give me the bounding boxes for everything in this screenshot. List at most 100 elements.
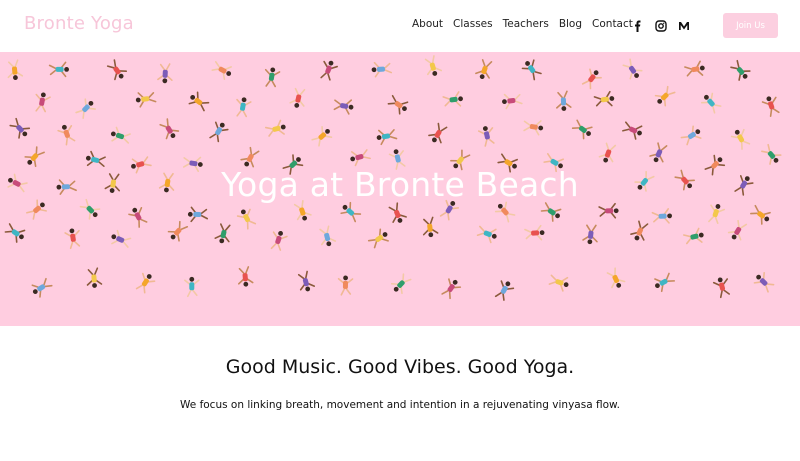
yoga-figure [264,119,286,137]
yoga-figure [727,219,748,241]
yoga-figure [428,122,448,144]
social-links [632,17,690,32]
yoga-figure [654,272,676,293]
yoga-figure [110,126,131,144]
yoga-figure [289,87,306,108]
yoga-figure [9,117,31,139]
yoga-figure [680,125,702,146]
nav-blog[interactable]: Blog [559,18,582,30]
yoga-figure [649,142,668,163]
yoga-figure [712,277,730,299]
section-headline: Good Music. Good Vibes. Good Yoga. [225,356,575,378]
yoga-figure [320,60,338,81]
yoga-figure [86,267,103,288]
yoga-figure [441,278,462,300]
section-description: We focus on linking breath, movement and… [180,399,620,411]
yoga-figure [523,120,544,136]
yoga-figure [422,216,439,238]
yoga-figure [606,267,626,289]
yoga-figure [683,227,704,245]
yoga-figure [237,266,254,287]
yoga-figure [598,142,617,163]
yoga-figure [270,230,288,251]
yoga-figure [730,59,751,81]
yoga-figure [188,91,210,112]
yoga-figure [524,224,545,241]
yoga-figure [64,228,81,250]
yoga-figure [475,59,493,80]
yoga-figure [376,129,398,146]
yoga-figure [184,276,200,298]
yoga-figure [424,55,443,76]
yoga-figure [311,126,333,147]
yoga-figure [390,273,412,295]
yoga-figure [367,228,389,249]
yoga-figure [494,280,515,301]
yoga-figure [209,121,229,143]
yoga-figure [128,206,148,228]
hero-banner: Yoga at Bronte Beach [0,52,800,326]
yoga-figure [4,223,26,243]
yoga-figure [337,275,354,296]
site-header: Bronte Yoga About Classes Teachers Blog … [0,0,800,52]
instagram-icon[interactable] [655,17,667,32]
yoga-figure [708,204,726,225]
nav-classes[interactable]: Classes [453,18,493,30]
yoga-figure [371,61,393,78]
yoga-figure [297,270,315,292]
yoga-figure [236,208,257,230]
medium-icon[interactable] [678,17,690,30]
yoga-figure [593,90,615,107]
yoga-figure [187,206,209,223]
yoga-figure [622,58,643,80]
nav-teachers[interactable]: Teachers [503,18,549,30]
yoga-figure [333,99,354,115]
main-nav: About Classes Teachers Blog Contact [412,18,633,30]
yoga-figure [477,126,495,147]
nav-contact[interactable]: Contact [592,18,633,30]
yoga-figure [581,68,602,90]
yoga-figure [684,60,705,77]
yoga-figure [350,149,371,167]
yoga-figure [700,92,722,114]
yoga-figure [57,124,76,146]
yoga-figure [211,60,232,80]
yoga-figure [582,224,598,245]
nav-about[interactable]: About [412,18,443,30]
yoga-figure [264,67,281,88]
yoga-figure [31,277,53,298]
yoga-figure [521,59,542,81]
yoga-figure [630,220,649,241]
yoga-figure [236,97,252,118]
yoga-figure [111,229,132,248]
yoga-figure [622,121,643,140]
yoga-figure [75,98,96,120]
yoga-figure [761,96,780,117]
facebook-icon[interactable] [632,17,644,32]
yoga-figure [35,92,51,113]
yoga-figure [753,271,775,293]
join-us-button[interactable]: Join Us [723,13,778,38]
yoga-figure [387,94,409,115]
yoga-figure [571,119,593,140]
yoga-figure [135,92,157,108]
yoga-figure [556,90,572,111]
yoga-figure [598,202,619,219]
yoga-figure [135,272,156,294]
yoga-figure [214,223,231,244]
yoga-figure [159,118,180,140]
yoga-figure [730,128,751,150]
yoga-figure [106,59,128,81]
yoga-figure [48,61,69,78]
yoga-figure [167,220,189,242]
yoga-figure [157,63,173,84]
yoga-figure [651,208,672,224]
yoga-figure [654,85,676,107]
yoga-figure [761,143,782,165]
site-logo[interactable]: Bronte Yoga [24,13,134,34]
yoga-figure [548,274,569,292]
yoga-figure [7,59,24,80]
yoga-figure [502,93,523,110]
hero-title: Yoga at Bronte Beach [221,165,579,204]
yoga-figure [319,225,337,247]
